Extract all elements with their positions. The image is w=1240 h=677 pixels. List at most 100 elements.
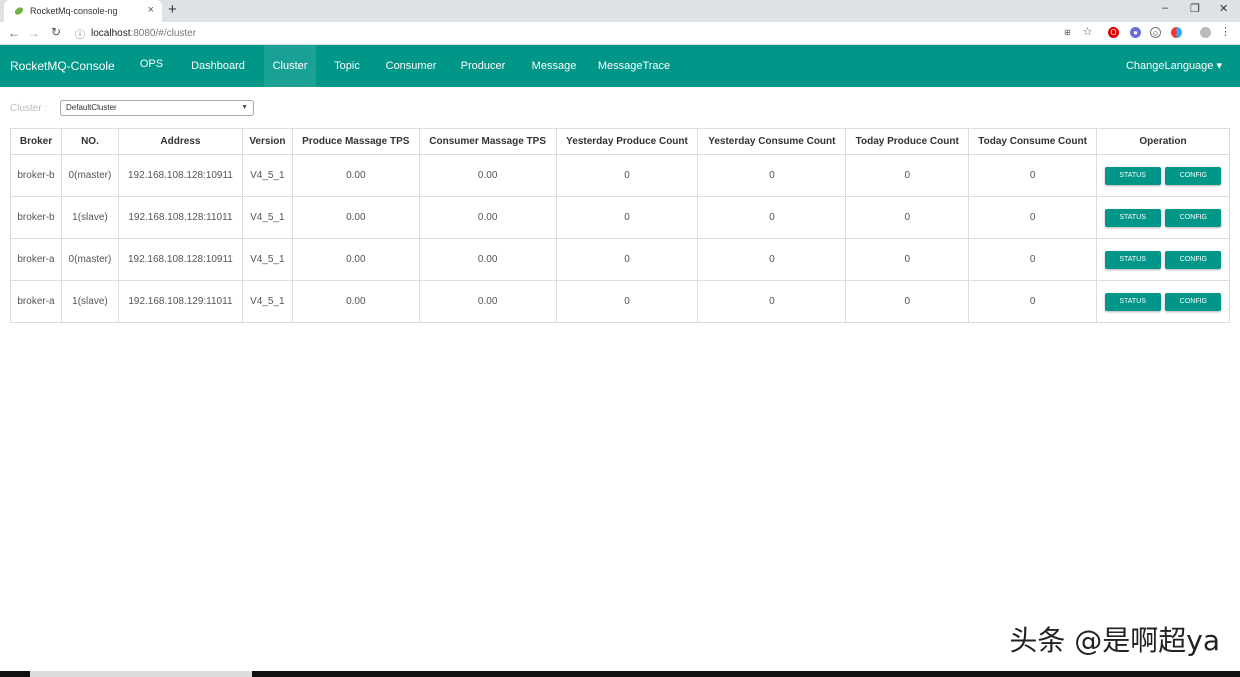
produce-tps: 0.00 xyxy=(291,154,420,197)
cluster-label: Cluster : xyxy=(10,102,48,114)
leaf-icon xyxy=(14,7,24,15)
extension-icon[interactable]: ● xyxy=(1130,27,1141,38)
yesterday-produce: 0 xyxy=(555,280,699,323)
column-header: Produce Massage TPS xyxy=(291,128,420,155)
opera-icon[interactable]: O xyxy=(1108,27,1119,38)
nav-consumer[interactable]: Consumer xyxy=(378,45,444,87)
broker-name: broker-a xyxy=(10,280,62,323)
brand-title[interactable]: RocketMQ-Console xyxy=(0,59,131,73)
today-consume: 0 xyxy=(968,196,1098,239)
config-button[interactable]: CONFIG xyxy=(1165,166,1222,185)
nav-producer[interactable]: Producer xyxy=(452,45,514,87)
tab-close-icon[interactable]: × xyxy=(148,4,154,16)
chevron-down-icon: ▼ xyxy=(241,104,248,111)
url-path: :8080/#/cluster xyxy=(130,28,197,39)
consume-tps: 0.00 xyxy=(418,196,557,239)
restore-button[interactable]: ❐ xyxy=(1190,2,1200,15)
nav-dashboard[interactable]: Dashboard xyxy=(182,45,254,87)
table-row: broker-a 0(master) 192.168.108.128:10911… xyxy=(10,238,1230,281)
info-icon[interactable]: ⓘ xyxy=(75,26,85,41)
today-consume: 0 xyxy=(968,280,1098,323)
operation-cell: STATUS CONFIG xyxy=(1096,280,1230,323)
consume-tps: 0.00 xyxy=(418,154,557,197)
menu-icon[interactable]: ⋮ xyxy=(1220,27,1231,38)
today-produce: 0 xyxy=(845,280,970,323)
produce-tps: 0.00 xyxy=(291,238,420,281)
nav-ops[interactable]: OPS xyxy=(131,43,172,85)
status-button[interactable]: STATUS xyxy=(1104,250,1161,269)
address-bar: ← → ↻ ⓘ localhost:8080/#/cluster ⊞ ☆ O ●… xyxy=(0,22,1240,45)
column-header: NO. xyxy=(60,128,119,155)
column-header: Today Consume Count xyxy=(968,128,1098,155)
operation-cell: STATUS CONFIG xyxy=(1096,196,1230,239)
broker-version: V4_5_1 xyxy=(241,154,293,197)
column-header: Yesterday Consume Count xyxy=(697,128,847,155)
column-header: Today Produce Count xyxy=(845,128,970,155)
operation-cell: STATUS CONFIG xyxy=(1096,154,1230,197)
today-consume: 0 xyxy=(968,154,1098,197)
config-button[interactable]: CONFIG xyxy=(1165,208,1222,227)
status-button[interactable]: STATUS xyxy=(1104,166,1161,185)
reload-icon[interactable]: ↻ xyxy=(46,25,66,39)
extension-icon[interactable]: ☺ xyxy=(1150,27,1161,38)
table-row: broker-b 1(slave) 192.168.108.128:11011 … xyxy=(10,196,1230,239)
yesterday-produce: 0 xyxy=(555,238,699,281)
cluster-selected-value: DefaultCluster xyxy=(66,103,117,112)
translate-icon[interactable]: ⊞ xyxy=(1062,27,1073,38)
nav-topic[interactable]: Topic xyxy=(321,45,373,87)
consume-tps: 0.00 xyxy=(418,238,557,281)
taskbar xyxy=(0,671,1240,677)
broker-table: Broker NO. Address Version Produce Massa… xyxy=(10,128,1230,323)
status-button[interactable]: STATUS xyxy=(1104,292,1161,311)
broker-version: V4_5_1 xyxy=(241,280,293,323)
yesterday-consume: 0 xyxy=(697,154,847,197)
today-produce: 0 xyxy=(845,154,970,197)
profile-icon[interactable] xyxy=(1200,27,1211,38)
column-header: Consumer Massage TPS xyxy=(418,128,557,155)
minimize-button[interactable]: – xyxy=(1162,2,1168,14)
taskbar-item[interactable] xyxy=(30,671,252,677)
forward-icon[interactable]: → xyxy=(24,26,44,40)
extension-icon[interactable] xyxy=(1171,27,1182,38)
broker-address: 192.168.108.129:11011 xyxy=(117,280,243,323)
broker-version: V4_5_1 xyxy=(241,238,293,281)
yesterday-consume: 0 xyxy=(697,280,847,323)
browser-tab[interactable]: RocketMq-console-ng × xyxy=(4,0,162,22)
url-field[interactable]: ⓘ localhost:8080/#/cluster xyxy=(75,25,1055,42)
window-close-button[interactable]: ✕ xyxy=(1219,2,1228,15)
broker-no: 0(master) xyxy=(60,154,119,197)
broker-no: 1(slave) xyxy=(60,196,119,239)
produce-tps: 0.00 xyxy=(291,280,420,323)
column-header: Operation xyxy=(1096,128,1230,155)
broker-name: broker-b xyxy=(10,154,62,197)
back-icon[interactable]: ← xyxy=(4,26,24,40)
column-header: Version xyxy=(241,128,293,155)
broker-address: 192.168.108.128:10911 xyxy=(117,154,243,197)
yesterday-consume: 0 xyxy=(697,196,847,239)
tab-title: RocketMq-console-ng xyxy=(30,6,118,16)
nav-messagetrace[interactable]: MessageTrace xyxy=(590,45,678,87)
cluster-select[interactable]: DefaultCluster ▼ xyxy=(60,100,254,116)
yesterday-produce: 0 xyxy=(555,154,699,197)
broker-version: V4_5_1 xyxy=(241,196,293,239)
new-tab-button[interactable]: + xyxy=(168,1,177,18)
config-button[interactable]: CONFIG xyxy=(1165,250,1222,269)
star-icon[interactable]: ☆ xyxy=(1082,27,1093,38)
status-button[interactable]: STATUS xyxy=(1104,208,1161,227)
broker-no: 1(slave) xyxy=(60,280,119,323)
nav-message[interactable]: Message xyxy=(524,45,584,87)
app-navbar: RocketMQ-Console OPS Dashboard Cluster T… xyxy=(0,45,1240,87)
today-consume: 0 xyxy=(968,238,1098,281)
today-produce: 0 xyxy=(845,238,970,281)
config-button[interactable]: CONFIG xyxy=(1165,292,1222,311)
url-host: localhost xyxy=(91,28,131,39)
broker-address: 192.168.108.128:10911 xyxy=(117,238,243,281)
broker-name: broker-b xyxy=(10,196,62,239)
change-language-dropdown[interactable]: ChangeLanguage ▾ xyxy=(1126,59,1222,72)
yesterday-produce: 0 xyxy=(555,196,699,239)
broker-no: 0(master) xyxy=(60,238,119,281)
nav-cluster[interactable]: Cluster xyxy=(264,45,316,87)
table-row: broker-a 1(slave) 192.168.108.129:11011 … xyxy=(10,280,1230,323)
broker-name: broker-a xyxy=(10,238,62,281)
table-header-row: Broker NO. Address Version Produce Massa… xyxy=(10,128,1230,155)
